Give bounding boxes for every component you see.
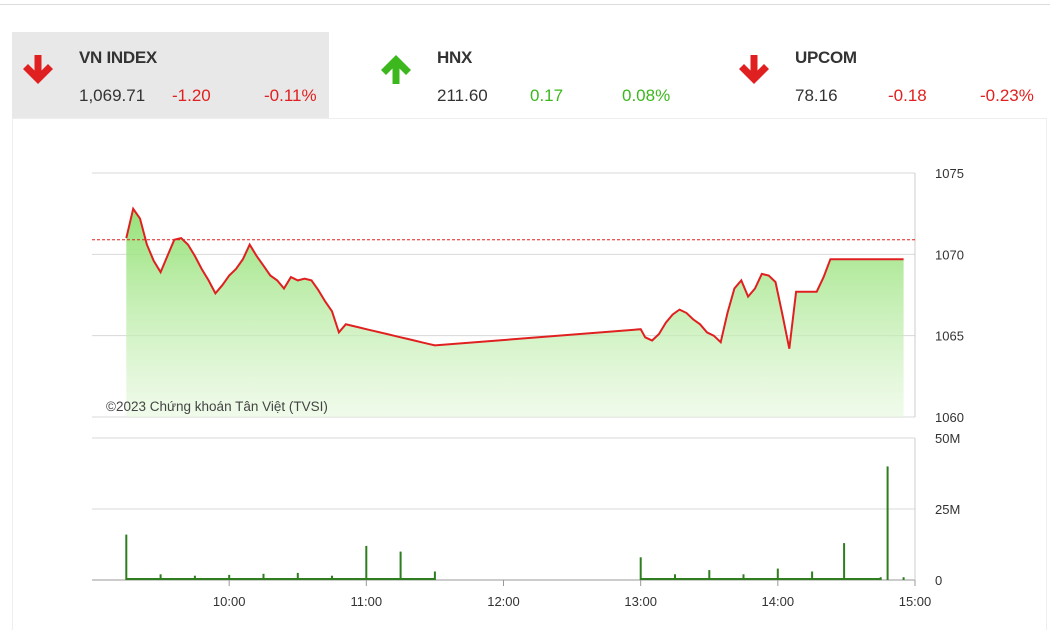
- volume-bar: [843, 543, 846, 580]
- volume-baseline-band: [126, 578, 435, 580]
- time-tick-label: 14:00: [762, 594, 795, 609]
- price-tick-label: 1065: [935, 329, 964, 344]
- volume-tick-label: 25M: [935, 502, 960, 517]
- price-tick-label: 1075: [935, 166, 964, 181]
- index-chart: 1075 1070 1065 1060 50M 25M 0 10:00 11:00 12:00 13…: [92, 166, 964, 609]
- volume-tick-label: 0: [935, 573, 942, 588]
- volume-baseline-band: [640, 578, 881, 580]
- time-tick-label: 13:00: [624, 594, 657, 609]
- volume-bars: [125, 466, 905, 580]
- price-tick-label: 1070: [935, 247, 964, 262]
- volume-bar: [125, 534, 128, 580]
- volume-bar: [886, 466, 889, 580]
- time-tick-label: 15:00: [899, 594, 932, 609]
- volume-tick-label: 50M: [935, 431, 960, 446]
- time-tick-label: 12:00: [487, 594, 520, 609]
- volume-bar: [639, 557, 642, 580]
- volume-bar: [902, 577, 905, 580]
- volume-bar: [399, 551, 402, 580]
- volume-bar: [365, 545, 368, 580]
- chart-watermark: ©2023 Chứng khoán Tân Việt (TVSI): [106, 399, 328, 414]
- price-tick-label: 1060: [935, 410, 964, 425]
- time-tick-label: 11:00: [351, 594, 383, 609]
- time-tick-label: 10:00: [213, 594, 246, 609]
